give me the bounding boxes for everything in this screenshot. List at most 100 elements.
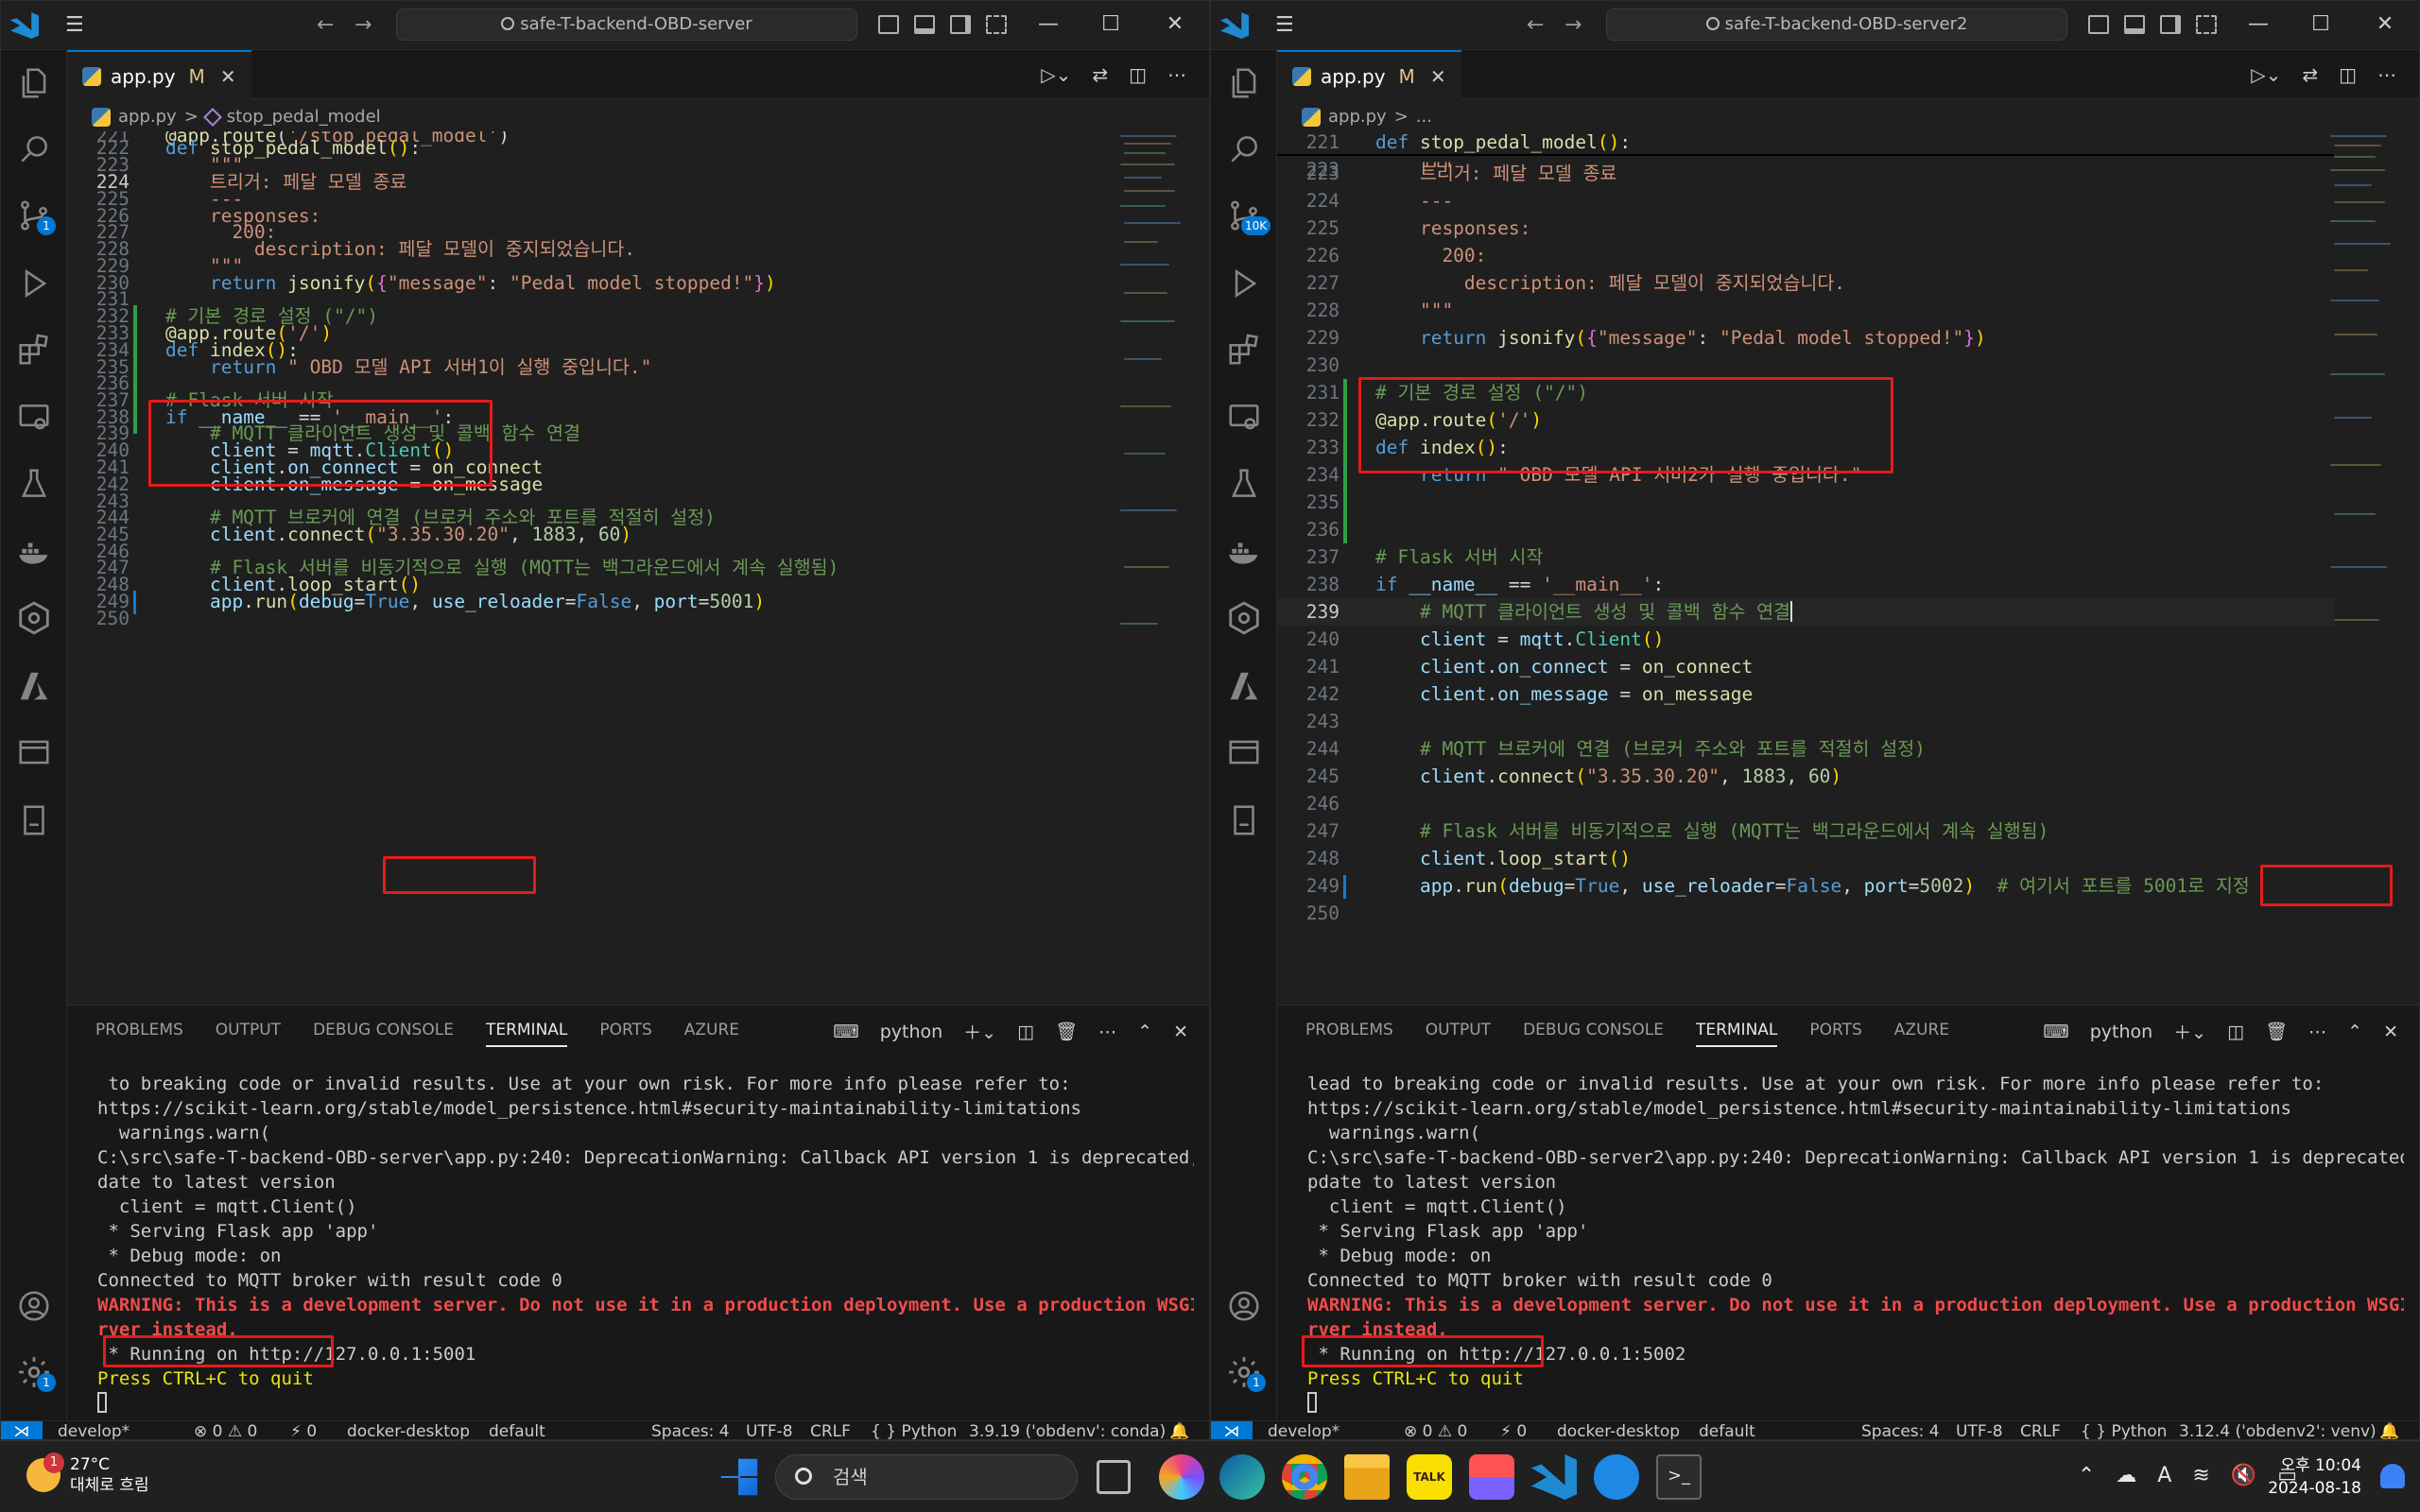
close-panel-icon[interactable]: ✕ [1173, 1022, 1188, 1042]
notification-center-icon[interactable] [2380, 1464, 2405, 1488]
file-explorer-icon[interactable] [1344, 1454, 1390, 1500]
problems-count[interactable]: ⊗ 0 ⚠ 0 [1404, 1421, 1467, 1439]
toggle-secondary-sidebar-icon[interactable] [2160, 15, 2181, 34]
explorer-icon[interactable] [1226, 65, 1262, 101]
python-interpreter[interactable]: 3.12.4 ('obdenv2': venv) [2179, 1421, 2377, 1439]
wifi-icon[interactable]: ≋ [2192, 1464, 2209, 1487]
azure-data-studio-icon[interactable] [1594, 1454, 1639, 1500]
line-ending[interactable]: CRLF [810, 1421, 851, 1439]
language-mode[interactable]: { } Python [2081, 1421, 2167, 1439]
kubernetes-icon[interactable] [1226, 600, 1262, 636]
forward-arrow-icon[interactable]: → [354, 14, 372, 37]
new-terminal-icon[interactable]: ＋⌄ [2173, 1019, 2206, 1044]
breadcrumb-symbol[interactable]: stop_pedal_model [227, 103, 381, 131]
docker-icon[interactable] [16, 534, 52, 570]
minimize-button[interactable]: — [1029, 9, 1067, 41]
close-tab-icon[interactable]: ✕ [1430, 53, 1446, 100]
minimize-button[interactable]: — [2239, 9, 2277, 41]
more-actions-icon[interactable]: ⋯ [1167, 63, 1186, 86]
docker-icon[interactable] [1226, 534, 1262, 570]
remote-explorer-icon[interactable] [16, 400, 52, 436]
kubernetes-icon[interactable] [16, 600, 52, 636]
toggle-panel-icon[interactable] [2124, 15, 2145, 34]
onedrive-cloud-icon[interactable]: ☁ [2116, 1464, 2136, 1487]
start-windows-icon[interactable] [720, 1458, 758, 1496]
encoding[interactable]: UTF-8 [746, 1421, 793, 1439]
toggle-primary-sidebar-icon[interactable] [878, 15, 899, 34]
hamburger-menu-icon[interactable]: ☰ [1275, 14, 1300, 37]
more-actions-icon[interactable]: ⋯ [1098, 1022, 1116, 1042]
split-editor-icon[interactable]: ◫ [2339, 63, 2357, 86]
language-mode[interactable]: { } Python [871, 1421, 957, 1439]
indentation[interactable]: Spaces: 4 [1861, 1421, 1940, 1439]
compare-changes-icon[interactable]: ⇄ [1092, 63, 1108, 86]
toggle-panel-icon[interactable] [914, 15, 935, 34]
k8s-namespace[interactable]: default [1699, 1421, 1755, 1439]
line-ending[interactable]: CRLF [2020, 1421, 2061, 1439]
testing-icon[interactable] [16, 466, 52, 502]
testing-icon[interactable] [1226, 466, 1262, 502]
customize-layout-icon[interactable] [2196, 15, 2217, 34]
weather-widget[interactable]: 1 27°C 대체로 흐림 [26, 1452, 149, 1496]
toggle-primary-sidebar-icon[interactable] [2088, 15, 2109, 34]
remote-windows-icon[interactable] [1226, 734, 1262, 770]
terminal-shell-name[interactable]: python [2090, 1022, 2152, 1042]
kill-terminal-icon[interactable]: 🗑 [1055, 1021, 1078, 1042]
tab-ports[interactable]: PORTS [1809, 1021, 1861, 1047]
settings-gear-icon[interactable]: 1 [16, 1354, 56, 1392]
ports-count[interactable]: ⚡ 0 [1500, 1421, 1527, 1439]
split-terminal-icon[interactable]: ◫ [2227, 1022, 2244, 1042]
bookmark-icon[interactable] [1226, 802, 1262, 838]
notifications-bell-icon[interactable]: 🔔 [2379, 1421, 2399, 1439]
search-view-icon[interactable] [1226, 131, 1262, 167]
back-arrow-icon[interactable]: ← [317, 14, 334, 37]
source-control-icon[interactable]: 10K [1226, 198, 1271, 235]
minimap[interactable] [1120, 131, 1196, 661]
command-center-search[interactable]: safe-T-backend-OBD-server2 [1606, 9, 2067, 41]
docker-context[interactable]: docker-desktop [1557, 1421, 1680, 1439]
code-editor[interactable]: 221 def stop_pedal_model(): 223 """ 223 트… [1277, 131, 2334, 982]
breadcrumb-file[interactable]: app.py [118, 103, 177, 131]
tab-terminal[interactable]: TERMINAL [1695, 1021, 1778, 1047]
split-editor-icon[interactable]: ◫ [1129, 63, 1147, 86]
tab-problems[interactable]: PROBLEMS [1305, 1021, 1393, 1047]
tab-azure[interactable]: AZURE [1894, 1021, 1949, 1047]
run-python-icon[interactable]: ▷⌄ [2251, 63, 2281, 86]
maximize-button[interactable]: ☐ [2302, 9, 2340, 41]
run-python-icon[interactable]: ▷⌄ [1041, 63, 1071, 86]
azure-icon[interactable] [1226, 668, 1262, 704]
compare-changes-icon[interactable]: ⇄ [2302, 63, 2318, 86]
tab-azure[interactable]: AZURE [684, 1021, 739, 1047]
tray-overflow-chevron-icon[interactable]: ⌃ [2078, 1464, 2095, 1487]
volume-muted-icon[interactable]: 🔇 [2231, 1464, 2256, 1487]
problems-count[interactable]: ⊗ 0 ⚠ 0 [194, 1421, 257, 1439]
search-view-icon[interactable] [16, 131, 52, 167]
tab-output[interactable]: OUTPUT [1426, 1021, 1491, 1047]
azure-icon[interactable] [16, 668, 52, 704]
close-window-button[interactable]: ✕ [1156, 9, 1194, 41]
bookmark-icon[interactable] [16, 802, 52, 838]
run-debug-icon[interactable] [16, 266, 52, 301]
remote-indicator-icon[interactable]: ⋊ [1, 1421, 43, 1439]
split-terminal-icon[interactable]: ◫ [1017, 1022, 1034, 1042]
settings-gear-icon[interactable]: 1 [1226, 1354, 1266, 1392]
terminal-app-icon[interactable]: >_ [1656, 1454, 1702, 1500]
breadcrumb-symbol[interactable]: ... [1416, 103, 1432, 131]
toggle-secondary-sidebar-icon[interactable] [950, 15, 971, 34]
hamburger-menu-icon[interactable]: ☰ [65, 14, 90, 37]
taskbar-search[interactable]: 검색 [775, 1454, 1078, 1500]
extensions-icon[interactable] [1226, 332, 1262, 368]
chrome-browser-icon[interactable] [1282, 1454, 1327, 1500]
breadcrumb-file[interactable]: app.py [1328, 103, 1387, 131]
maximize-button[interactable]: ☐ [1092, 9, 1130, 41]
maximize-panel-icon[interactable]: ⌃ [1137, 1022, 1152, 1042]
git-branch[interactable]: develop* [58, 1421, 130, 1439]
terminal-shell-name[interactable]: python [880, 1022, 942, 1042]
notifications-bell-icon[interactable]: 🔔 [1169, 1421, 1189, 1439]
indentation[interactable]: Spaces: 4 [651, 1421, 730, 1439]
more-actions-icon[interactable]: ⋯ [2308, 1022, 2326, 1042]
vscode-taskbar-icon[interactable] [1531, 1454, 1577, 1500]
git-branch[interactable]: develop* [1268, 1421, 1340, 1439]
tab-ports[interactable]: PORTS [599, 1021, 651, 1047]
encoding[interactable]: UTF-8 [1956, 1421, 2003, 1439]
